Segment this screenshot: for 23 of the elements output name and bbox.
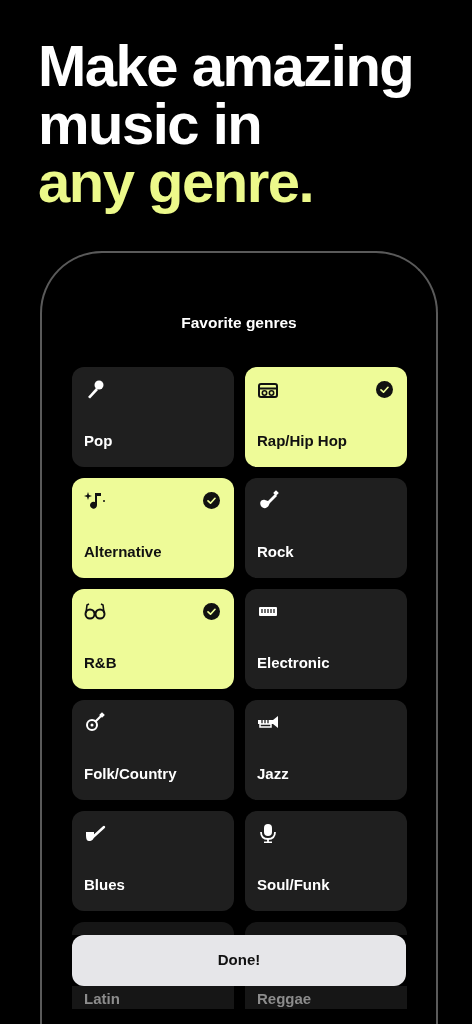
genre-tile[interactable]: Latin [72,986,234,1009]
pipe-icon [84,823,106,843]
genre-tile[interactable]: Rock [245,478,407,578]
checkmark-icon [203,492,220,509]
genre-tile[interactable]: Alternative [72,478,234,578]
genre-tile[interactable]: R&B [72,589,234,689]
checkmark-icon [376,381,393,398]
microphone-icon [257,823,279,843]
done-button[interactable]: Done! [72,935,406,986]
genre-tile[interactable]: Rap/Hip Hop [245,367,407,467]
genre-tile[interactable]: Pop [72,367,234,467]
screen-title: Favorite genres [180,313,298,333]
guitar-icon [257,490,279,510]
genre-tile[interactable]: Reggae [245,986,407,1009]
glasses-icon [84,601,106,621]
genre-tile[interactable]: Blues [72,811,234,911]
banjo-icon [84,712,106,732]
checkmark-icon [203,603,220,620]
genre-tile[interactable]: Folk/Country [72,700,234,800]
genre-tile[interactable]: Electronic [245,589,407,689]
genre-tile[interactable]: Soul/Funk [245,811,407,911]
genre-tile[interactable]: Jazz [245,700,407,800]
music-note-icon [84,490,106,510]
